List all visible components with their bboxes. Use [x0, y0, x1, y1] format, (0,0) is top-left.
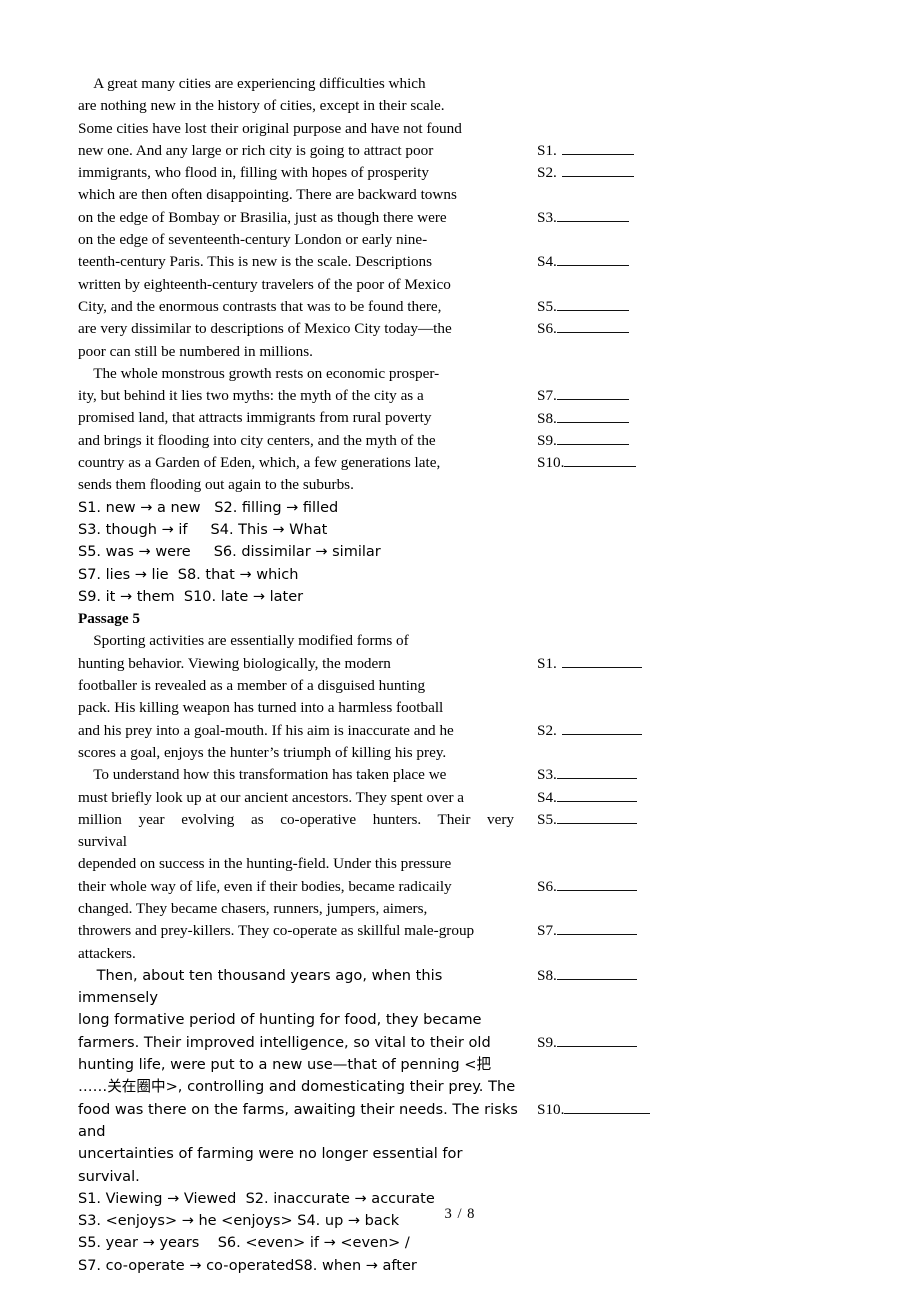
blank-line-s9[interactable]: S9.: [537, 430, 629, 452]
blank-label-s10: S10.: [537, 454, 565, 472]
passage-5-block: Sporting activities are essentially modi…: [78, 630, 842, 1187]
blank-rule-s4[interactable]: [556, 251, 629, 267]
blank-line-s5[interactable]: S5.: [537, 296, 629, 318]
blank-rule-s9[interactable]: [556, 1032, 637, 1047]
blank-rule-s2[interactable]: [561, 720, 642, 735]
answer-key-line: S3. though → if S4. This → What: [78, 521, 328, 538]
blank-line-s8[interactable]: S8.: [537, 965, 637, 987]
passage-4-block: A great many cities are experiencing dif…: [78, 73, 842, 497]
blank-rule-s8[interactable]: [556, 408, 629, 423]
blank-label-s5: S5.: [537, 810, 557, 828]
blank-label-s9: S9.: [537, 1033, 557, 1051]
blank-line-s6[interactable]: S6.: [537, 876, 637, 898]
answer-key-line: S7. lies → lie S8. that → which: [78, 566, 299, 583]
blank-line-s1[interactable]: S1.: [537, 140, 634, 162]
blank-rule-s9[interactable]: [556, 430, 629, 445]
blank-label-s1: S1.: [537, 654, 557, 672]
blank-line-s9[interactable]: S9.: [537, 1032, 637, 1054]
passage-5-paragraph-2: To understand how this transformation ha…: [78, 766, 465, 806]
blank-rule-s8[interactable]: [556, 965, 637, 980]
blank-line-s10[interactable]: S10.: [537, 452, 637, 474]
blank-label-s3: S3.: [537, 208, 557, 226]
blank-line-s10[interactable]: S10.: [537, 1099, 651, 1121]
blank-label-s9: S9.: [537, 431, 557, 449]
answer-key-line: S5. year → years S6. <even> if → <even> …: [78, 1235, 410, 1252]
blank-line-s8[interactable]: S8.: [537, 408, 629, 430]
blank-line-s2[interactable]: S2.: [537, 162, 634, 184]
blank-rule-s10[interactable]: [564, 1099, 651, 1114]
blank-label-s6: S6.: [537, 320, 557, 338]
answer-key-line: S9. it → them S10. late → later: [78, 588, 304, 605]
blank-rule-s5[interactable]: [556, 809, 637, 824]
blank-line-s3[interactable]: S3.: [537, 764, 637, 786]
blank-rule-s6[interactable]: [556, 876, 637, 891]
blank-rule-s4[interactable]: [556, 787, 637, 802]
passage-5-paragraph-1: Sporting activities are essentially modi…: [78, 632, 454, 761]
blank-line-s6[interactable]: S6.: [537, 318, 629, 340]
blank-rule-s3[interactable]: [556, 207, 629, 222]
blank-rule-s7[interactable]: [556, 385, 629, 401]
page-number: 3 / 8: [444, 1206, 476, 1222]
document-body: A great many cities are experiencing dif…: [78, 73, 842, 1277]
blank-line-s7[interactable]: S7.: [537, 385, 629, 407]
blank-label-s6: S6.: [537, 877, 557, 895]
blank-label-s8: S8.: [537, 966, 557, 984]
blank-label-s4: S4.: [537, 253, 557, 271]
passage-5-justified-line: million year evolving as co-operative hu…: [78, 810, 514, 828]
answer-key-line: S1. new → a new S2. filling → filled: [78, 499, 339, 516]
blank-label-s1: S1.: [537, 141, 557, 159]
passage-5-heading: Passage 5: [78, 610, 141, 628]
blank-rule-s6[interactable]: [556, 318, 629, 334]
answer-key-line: S7. co-operate → co-operatedS8. when → a…: [78, 1257, 417, 1274]
blank-label-s10: S10.: [537, 1100, 565, 1118]
blank-rule-s7[interactable]: [556, 920, 637, 936]
passage-5-paragraph-4: Then, about ten thousand years ago, when…: [78, 966, 518, 1185]
passage-5-paragraph-3: survival depended on success in the hunt…: [78, 833, 475, 962]
blank-rule-s10[interactable]: [564, 452, 637, 468]
blank-label-s5: S5.: [537, 298, 557, 315]
blank-rule-s1[interactable]: [561, 140, 634, 155]
blank-line-s4[interactable]: S4.: [537, 251, 629, 273]
blank-label-s2: S2.: [537, 721, 557, 739]
blank-rule-s1[interactable]: [561, 653, 642, 668]
blank-line-s1[interactable]: S1.: [537, 653, 642, 675]
blank-label-s7: S7.: [537, 922, 557, 940]
blank-rule-s2[interactable]: [561, 162, 634, 178]
blank-rule-s5[interactable]: [556, 296, 629, 311]
blank-label-s3: S3.: [537, 766, 557, 784]
passage-4-paragraph-2: The whole monstrous growth rests on econ…: [78, 364, 441, 494]
document-page: A great many cities are experiencing dif…: [0, 0, 920, 1302]
passage-4-paragraph-1: A great many cities are experiencing dif…: [78, 75, 462, 360]
page-footer: 3 / 8: [0, 1206, 920, 1223]
blank-rule-s3[interactable]: [556, 764, 637, 780]
blank-line-s2[interactable]: S2.: [537, 720, 642, 742]
blank-line-s4[interactable]: S4.: [537, 787, 637, 809]
blank-line-s3[interactable]: S3.: [537, 207, 629, 229]
blank-line-s5[interactable]: S5.: [537, 809, 637, 831]
blank-line-s7[interactable]: S7.: [537, 920, 637, 942]
answer-key-line: S5. was → were S6. dissimilar → similar: [78, 544, 381, 561]
blank-label-s2: S2.: [537, 164, 557, 182]
blank-label-s7: S7.: [537, 387, 557, 405]
blank-label-s4: S4.: [537, 788, 557, 806]
blank-label-s8: S8.: [537, 409, 557, 427]
